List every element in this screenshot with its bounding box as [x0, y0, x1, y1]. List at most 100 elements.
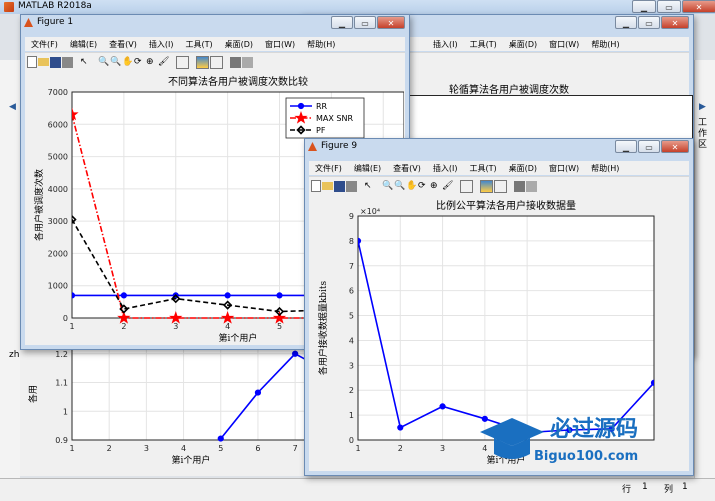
close-button[interactable]: ✕ [682, 0, 715, 13]
menu-view[interactable]: 查看(V) [103, 37, 143, 51]
figure-back-close-button[interactable]: ✕ [661, 16, 689, 29]
rotate-icon[interactable]: ⟳ [418, 181, 429, 192]
rotate-icon[interactable]: ⟳ [134, 57, 145, 68]
zoom-in-icon[interactable]: 🔍 [98, 57, 109, 68]
menu-edit[interactable]: 编辑(E) [64, 37, 103, 51]
matlab-titlebar [0, 0, 715, 14]
y-axis-label: 各用户接收数据量kbits [317, 280, 329, 375]
left-nav-arrow-icon[interactable]: ◀ [9, 102, 16, 112]
menu-view[interactable]: 查看(V) [387, 161, 427, 175]
menu-help[interactable]: 帮助(H) [301, 37, 341, 51]
figure9-close-button[interactable]: ✕ [661, 140, 689, 153]
workspace-label[interactable]: 工作区 [698, 118, 708, 151]
print-icon[interactable] [346, 180, 357, 192]
link-plot-icon[interactable] [176, 55, 189, 69]
pan-icon[interactable]: ✋ [406, 181, 417, 192]
new-figure-icon[interactable] [311, 180, 321, 192]
zoom-in-icon[interactable]: 🔍 [382, 181, 393, 192]
y-tick-label: 6000 [48, 120, 68, 129]
menu-insert[interactable]: 插入(I) [427, 37, 464, 51]
status-row-value: 1 [642, 482, 648, 492]
x-tick-label: 3 [144, 444, 149, 453]
menu-insert[interactable]: 插入(I) [143, 37, 180, 51]
figure1-close-button[interactable]: ✕ [377, 16, 405, 29]
axes-background [358, 216, 654, 440]
figure1-toolbar: ↖ 🔍 🔍 ✋ ⟳ ⊕ 🖌 [25, 52, 405, 71]
data-point [224, 292, 231, 299]
y-tick-label: 5000 [48, 153, 68, 162]
menu-insert[interactable]: 插入(I) [427, 161, 464, 175]
menu-desktop[interactable]: 桌面(D) [503, 161, 543, 175]
data-point [217, 435, 224, 442]
menu-tools[interactable]: 工具(T) [179, 37, 218, 51]
menu-tools[interactable]: 工具(T) [463, 161, 502, 175]
edit-plot-arrow-icon[interactable]: ↖ [80, 57, 91, 68]
maximize-button[interactable]: ▭ [657, 0, 681, 13]
y-tick-label: 1 [63, 407, 68, 416]
y-tick-label: 1.2 [55, 350, 68, 359]
colorbar-icon[interactable] [196, 55, 209, 69]
show-plot-tools-icon[interactable] [526, 180, 537, 192]
x-tick-label: 5 [277, 322, 282, 331]
figure9-toolbar: ↖ 🔍 🔍 ✋ ⟳ ⊕ 🖌 [309, 176, 689, 195]
menu-window[interactable]: 窗口(W) [543, 37, 585, 51]
data-cursor-icon[interactable]: ⊕ [430, 181, 441, 192]
menu-help[interactable]: 帮助(H) [585, 161, 625, 175]
zoom-out-icon[interactable]: 🔍 [110, 57, 121, 68]
colorbar-icon[interactable] [480, 179, 493, 193]
new-figure-icon[interactable] [27, 56, 37, 68]
menu-window[interactable]: 窗口(W) [543, 161, 585, 175]
y-tick-label: 4 [349, 336, 354, 345]
matlab-logo-icon [4, 2, 14, 12]
menu-file[interactable]: 文件(F) [25, 37, 64, 51]
figure9-maximize-button[interactable]: ▭ [638, 140, 660, 153]
minimize-button[interactable]: ▁ [632, 0, 656, 13]
data-cursor-icon[interactable]: ⊕ [146, 57, 157, 68]
status-col-label: 列 [664, 485, 674, 495]
figure9-minimize-button[interactable]: ▁ [615, 140, 637, 153]
figure-back-maximize-button[interactable]: ▭ [638, 16, 660, 29]
print-icon[interactable] [62, 56, 73, 68]
x-tick-label: 2 [398, 444, 403, 453]
menu-desktop[interactable]: 桌面(D) [219, 37, 259, 51]
right-nav-arrow-icon[interactable]: ▶ [699, 102, 706, 112]
brush-icon[interactable]: 🖌 [158, 57, 169, 68]
x-tick-label: 5 [218, 444, 223, 453]
figure-back-minimize-button[interactable]: ▁ [615, 16, 637, 29]
edit-plot-arrow-icon[interactable]: ↖ [364, 181, 375, 192]
data-point [72, 292, 76, 299]
figure1-minimize-button[interactable]: ▁ [331, 16, 353, 29]
open-file-icon[interactable] [38, 58, 49, 66]
status-bar [0, 478, 715, 501]
menu-help[interactable]: 帮助(H) [585, 37, 625, 51]
link-plot-icon[interactable] [460, 179, 473, 193]
graduation-cap-icon [480, 418, 544, 446]
left-fragment-zh: zh [9, 350, 20, 360]
legend-icon[interactable] [210, 55, 223, 69]
menu-file[interactable]: 文件(F) [309, 161, 348, 175]
menu-tools[interactable]: 工具(T) [464, 37, 503, 51]
hide-plot-tools-icon[interactable] [514, 180, 525, 192]
x-tick-label: 3 [440, 444, 445, 453]
zoom-out-icon[interactable]: 🔍 [394, 181, 405, 192]
show-plot-tools-icon[interactable] [242, 56, 253, 68]
brush-icon[interactable]: 🖌 [442, 181, 453, 192]
figure-back-plot-title: 轮循算法各用户被调度次数 [449, 85, 569, 96]
menu-edit[interactable]: 编辑(E) [348, 161, 387, 175]
y-tick-label: 6 [349, 287, 354, 296]
hide-plot-tools-icon[interactable] [230, 56, 241, 68]
menu-desktop[interactable]: 桌面(D) [503, 37, 543, 51]
save-icon[interactable] [334, 180, 345, 192]
x-tick-label: 1 [355, 444, 360, 453]
figure-icon [24, 18, 33, 27]
pan-icon[interactable]: ✋ [122, 57, 133, 68]
status-row-label: 行 [622, 485, 632, 495]
legend-icon[interactable] [494, 179, 507, 193]
y-tick-label: 7000 [48, 88, 68, 97]
y-tick-label: 3 [349, 361, 354, 370]
open-file-icon[interactable] [322, 182, 333, 190]
save-icon[interactable] [50, 56, 61, 68]
menu-window[interactable]: 窗口(W) [259, 37, 301, 51]
figure1-maximize-button[interactable]: ▭ [354, 16, 376, 29]
watermark-logo: 必过源码 Biguo100.com [480, 416, 638, 464]
